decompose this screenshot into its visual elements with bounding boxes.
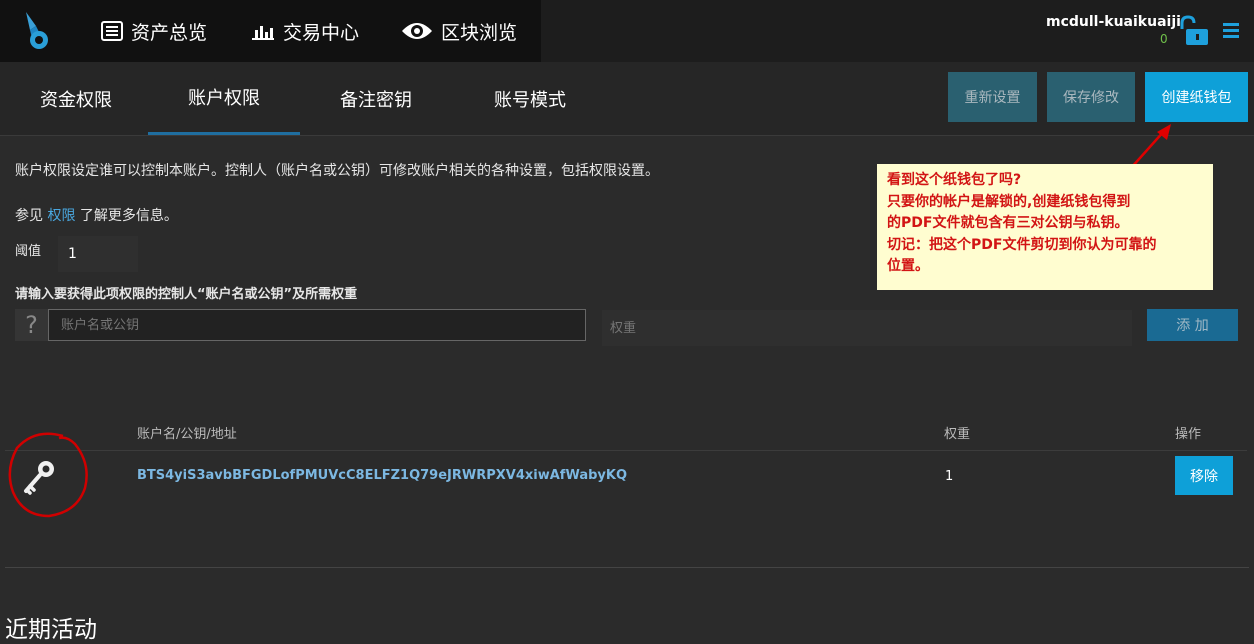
reset-button[interactable]: 重新设置 bbox=[948, 72, 1037, 122]
permission-description: 账户权限设定谁可以控制本账户。控制人（账户名或公钥）可修改账户相关的各种设置，包… bbox=[15, 163, 659, 179]
note-line: 只要你的帐户是解锁的,创建纸钱包得到 bbox=[887, 193, 1131, 210]
tab-memo-key[interactable]: 备注密钥 bbox=[300, 62, 452, 135]
note-line: 切记：把这个PDF文件剪切到你认为可靠的 bbox=[887, 236, 1157, 253]
nav-exchange-label: 交易中心 bbox=[283, 21, 360, 44]
table-divider bbox=[5, 450, 1247, 451]
table-row-key[interactable]: BTS4yiS3avbBFGDLofPMUVcC8ELFZ1Q79eJRWRPX… bbox=[137, 468, 627, 483]
note-line: 的PDF文件就包含有三对公钥与私钥。 bbox=[887, 215, 1129, 231]
section-divider bbox=[5, 567, 1249, 568]
save-changes-button[interactable]: 保存修改 bbox=[1047, 72, 1135, 122]
eye-icon bbox=[402, 23, 432, 39]
document-list-icon bbox=[101, 21, 123, 41]
see-prefix: 参见 bbox=[15, 208, 48, 224]
table-row-weight: 1 bbox=[945, 469, 954, 484]
threshold-input[interactable]: 1 bbox=[58, 236, 138, 272]
recent-activity-title: 近期活动 bbox=[5, 617, 97, 643]
nav-explorer[interactable]: 区块浏览 bbox=[401, 0, 517, 62]
key-icon bbox=[24, 461, 54, 495]
create-paper-wallet-button[interactable]: 创建纸钱包 bbox=[1145, 72, 1248, 122]
add-button[interactable]: 添 加 bbox=[1147, 309, 1238, 341]
top-nav: 资产总览 交易中心 区块浏览 bbox=[0, 0, 541, 62]
unlocked-lock-icon[interactable] bbox=[1176, 15, 1210, 47]
tab-funds-permission[interactable]: 资金权限 bbox=[0, 62, 152, 135]
note-line: 看到这个纸钱包了吗? bbox=[887, 172, 1022, 188]
account-name[interactable]: mcdull-kuaikuaiji bbox=[1046, 14, 1181, 30]
nav-exchange[interactable]: 交易中心 bbox=[251, 0, 359, 62]
hamburger-menu-icon[interactable] bbox=[1223, 22, 1239, 38]
nav-asset-overview-label: 资产总览 bbox=[131, 21, 208, 44]
nav-explorer-label: 区块浏览 bbox=[441, 21, 518, 44]
permissions-link[interactable]: 权限 bbox=[47, 208, 75, 224]
threshold-label: 阈值 bbox=[15, 244, 42, 259]
unknown-account-icon: ? bbox=[15, 309, 48, 341]
column-header-weight: 权重 bbox=[944, 427, 971, 442]
see-suffix: 了解更多信息。 bbox=[75, 208, 178, 224]
see-more-text: 参见 权限 了解更多信息。 bbox=[15, 205, 178, 225]
column-header-action: 操作 bbox=[1175, 427, 1202, 442]
nav-asset-overview[interactable]: 资产总览 bbox=[101, 0, 207, 62]
top-bar: 资产总览 交易中心 区块浏览 mcdull-kuaikuaiji 0 bbox=[0, 0, 1254, 62]
bitshares-logo-icon[interactable] bbox=[22, 12, 52, 50]
bar-chart-icon bbox=[252, 26, 274, 40]
column-header-name: 账户名/公钥/地址 bbox=[137, 427, 237, 442]
tab-account-mode[interactable]: 账号模式 bbox=[454, 62, 606, 135]
tab-account-permission[interactable]: 账户权限 bbox=[148, 62, 300, 135]
account-balance: 0 bbox=[1160, 32, 1168, 46]
note-line: 位置。 bbox=[887, 258, 929, 274]
account-or-key-input[interactable] bbox=[48, 309, 586, 341]
annotation-note: 看到这个纸钱包了吗? 只要你的帐户是解锁的,创建纸钱包得到 的PDF文件就包含有… bbox=[877, 164, 1213, 290]
remove-button[interactable]: 移除 bbox=[1175, 456, 1233, 495]
add-controller-prompt: 请输入要获得此项权限的控制人“账户名或公钥”及所需权重 bbox=[15, 287, 358, 302]
weight-input[interactable] bbox=[602, 310, 1132, 346]
